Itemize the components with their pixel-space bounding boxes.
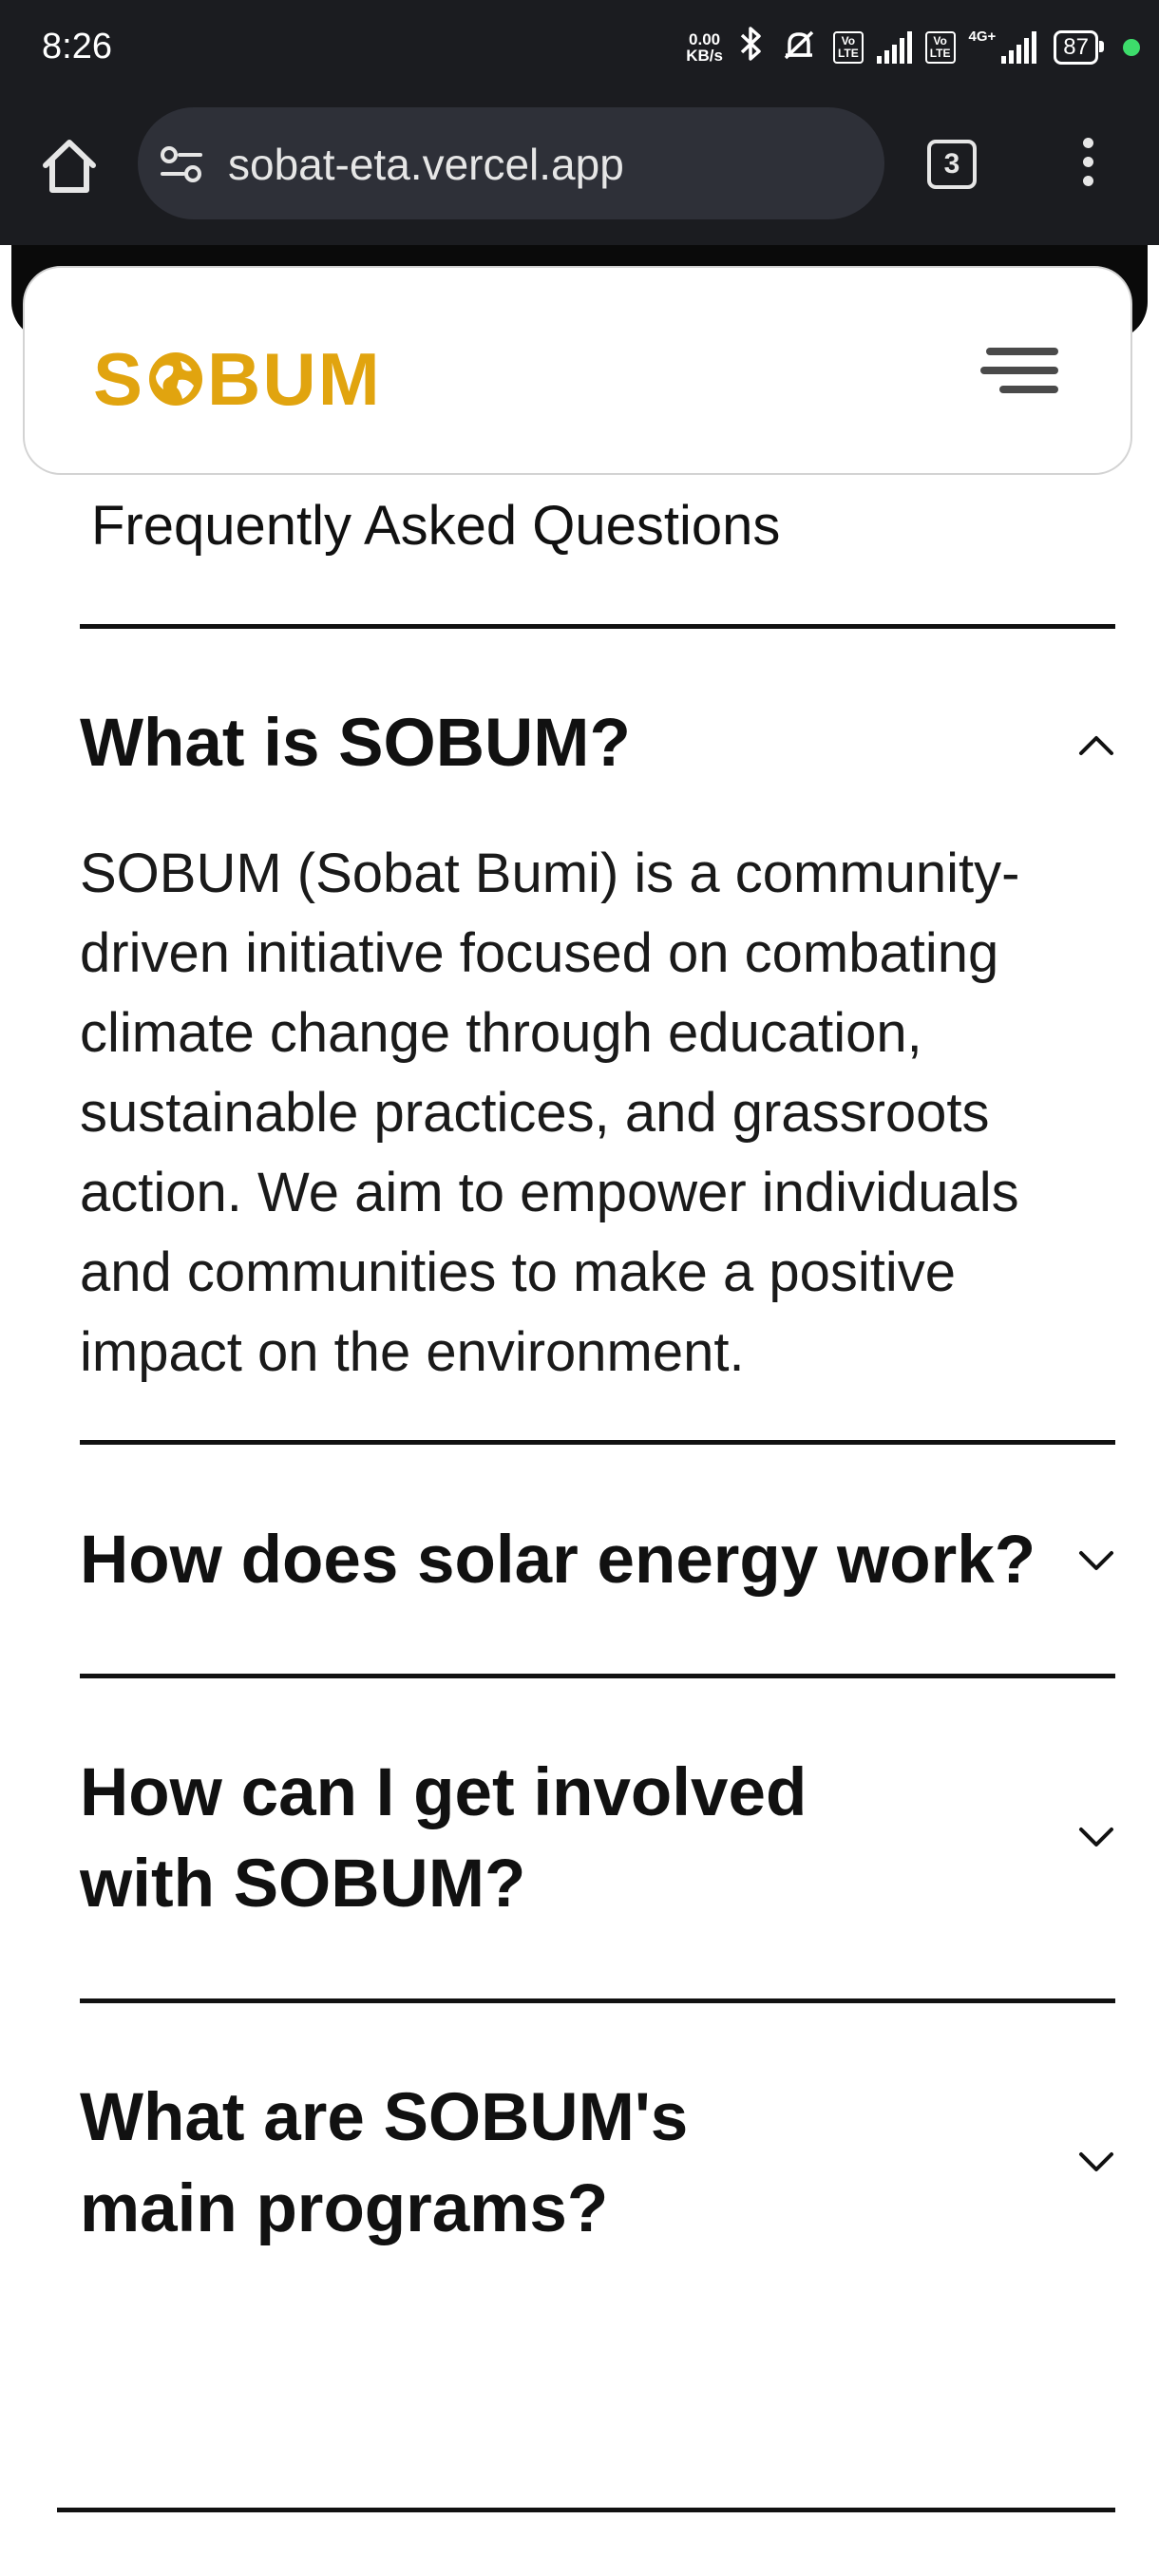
nav-menu-button[interactable] xyxy=(980,348,1058,401)
home-icon xyxy=(43,140,96,193)
faq-question[interactable]: What is SOBUM? xyxy=(80,698,1115,789)
browser-menu-button[interactable] xyxy=(1074,138,1102,195)
divider xyxy=(80,1674,1115,1678)
site-header: S BUM xyxy=(23,266,1132,475)
faq-question[interactable]: How can I get involved with SOBUM? xyxy=(80,1748,859,1930)
sobum-logo[interactable]: S BUM xyxy=(93,337,382,421)
privacy-indicator-dot xyxy=(1123,39,1140,56)
faq-item-main-programs[interactable]: What are SOBUM's main programs? xyxy=(80,2073,1115,2255)
status-time: 8:26 xyxy=(42,27,112,66)
faq-item-get-involved[interactable]: How can I get involved with SOBUM? xyxy=(80,1748,1115,1930)
faq-item-solar-energy[interactable]: How does solar energy work? xyxy=(80,1515,1115,1606)
divider xyxy=(80,1998,1115,2003)
signal-icon-2 xyxy=(1001,31,1037,64)
faq-heading: Frequently Asked Questions xyxy=(91,495,781,557)
globe-icon xyxy=(146,350,205,408)
browser-toolbar: sobat-eta.vercel.app 3 xyxy=(0,104,1159,245)
battery-icon: 87 xyxy=(1054,30,1104,65)
faq-question[interactable]: How does solar energy work? xyxy=(80,1515,1115,1606)
network-speed-unit: KB/s xyxy=(686,47,723,65)
network-speed-value: 0.00 xyxy=(689,30,721,48)
divider xyxy=(80,1440,1115,1445)
logo-text-right: BUM xyxy=(207,337,382,421)
divider xyxy=(57,2508,1115,2512)
status-icons: 0.00 KB/s Vo LTE Vo LTE 4G+ 87 xyxy=(686,25,1140,70)
volte-icon: Vo LTE xyxy=(832,31,864,64)
network-type: 4G+ xyxy=(968,28,997,45)
signal-icon xyxy=(876,31,912,64)
chevron-up-icon[interactable] xyxy=(1077,732,1115,757)
home-button[interactable] xyxy=(36,133,103,199)
chevron-down-icon[interactable] xyxy=(1077,2150,1115,2175)
status-bar: 8:26 0.00 KB/s Vo LTE Vo LTE 4G+ 87 xyxy=(0,0,1159,104)
network-speed: 0.00 KB/s xyxy=(686,31,723,64)
mute-icon xyxy=(778,27,820,69)
faq-question[interactable]: What are SOBUM's main programs? xyxy=(80,2073,859,2255)
url-text[interactable]: sobat-eta.vercel.app xyxy=(228,139,624,190)
battery-level: 87 xyxy=(1063,34,1089,60)
site-settings-icon[interactable] xyxy=(159,143,206,185)
volte-icon-2: Vo LTE xyxy=(924,31,956,64)
tab-switcher-button[interactable]: 3 xyxy=(927,140,977,189)
bluetooth-icon xyxy=(736,25,765,70)
faq-answer: SOBUM (Sobat Bumi) is a community-driven… xyxy=(80,843,1020,1383)
chevron-down-icon[interactable] xyxy=(1077,1826,1115,1850)
divider xyxy=(80,624,1115,629)
logo-text-left: S xyxy=(93,337,145,421)
faq-item-what-is-sobum[interactable]: What is SOBUM? xyxy=(80,698,1115,789)
address-bar[interactable]: sobat-eta.vercel.app xyxy=(138,107,884,219)
chevron-down-icon[interactable] xyxy=(1077,1549,1115,1574)
